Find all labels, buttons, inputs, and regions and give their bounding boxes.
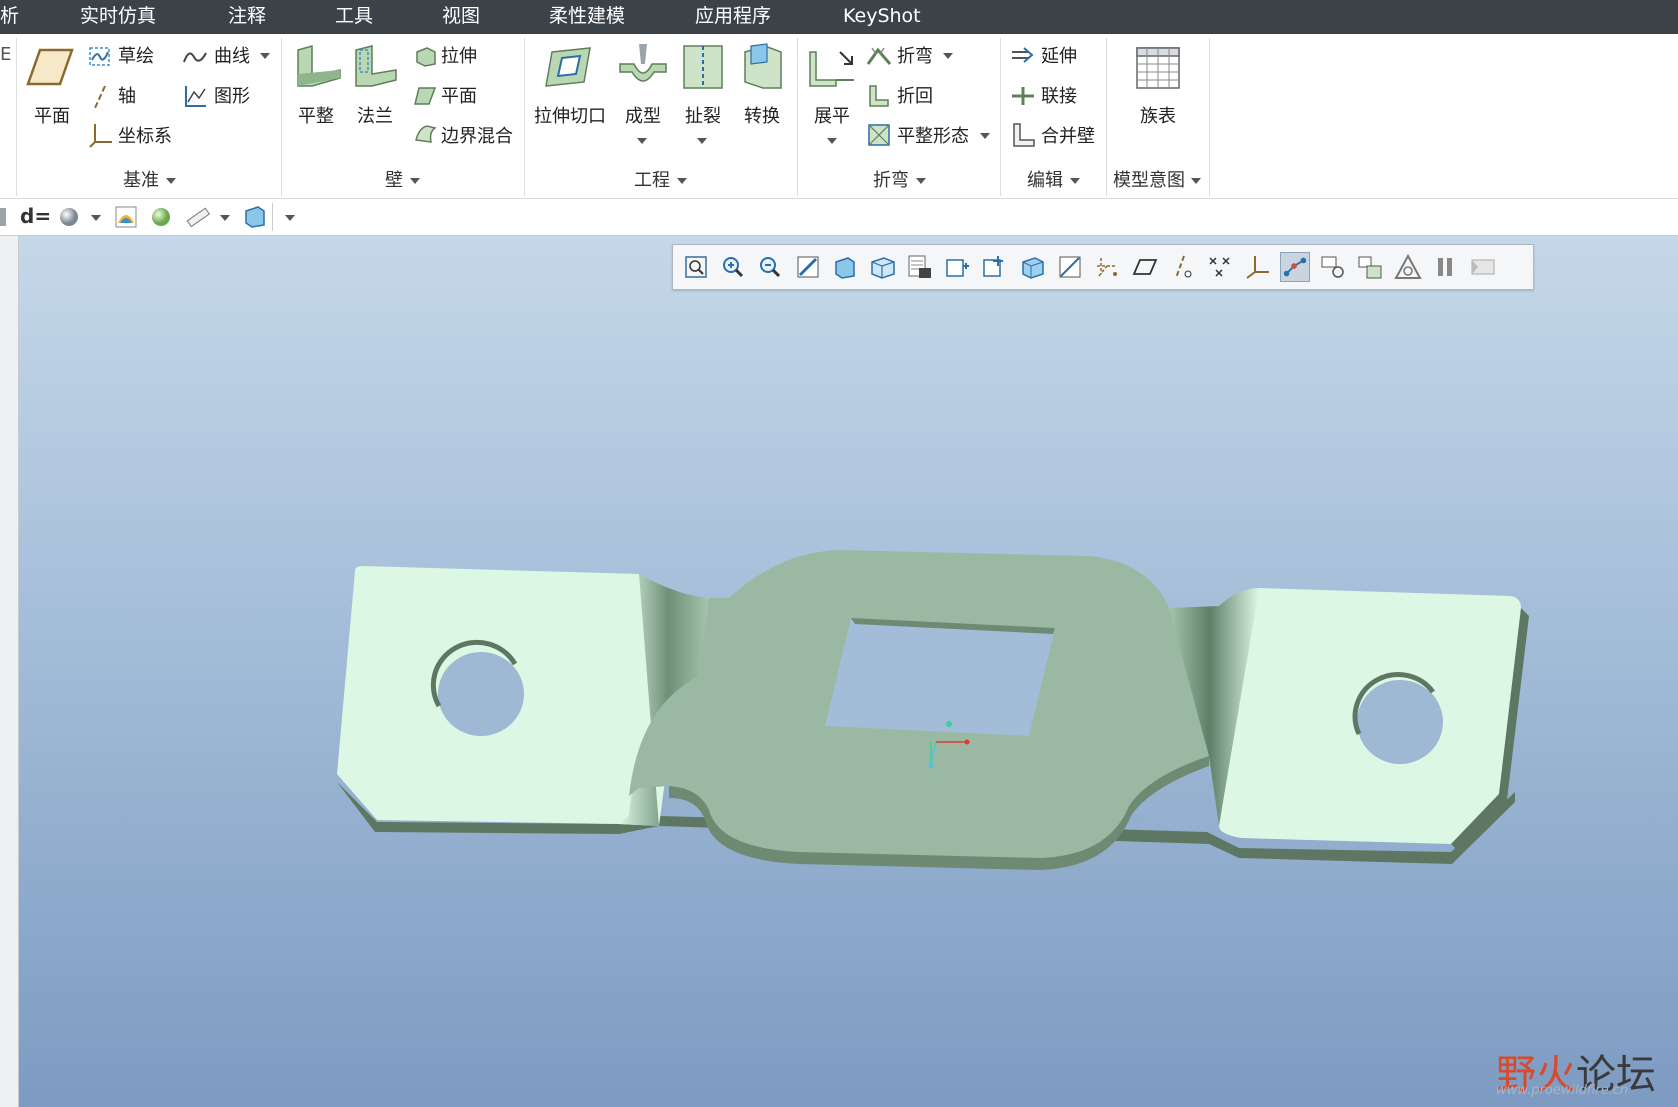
unbend-label: 展平 <box>814 106 850 127</box>
boundary-blend-label: 边界混合 <box>441 126 513 147</box>
saved-orientation-icon[interactable] <box>242 205 266 229</box>
chevron-down-icon[interactable] <box>260 53 270 59</box>
flange-label: 法兰 <box>357 106 393 127</box>
appearance-gallery-icon[interactable] <box>114 205 138 229</box>
separator <box>797 38 798 196</box>
group-model-intent[interactable]: 模型意图 <box>1113 170 1185 192</box>
chevron-down-icon[interactable] <box>91 215 101 221</box>
graphics-viewport[interactable] <box>19 236 1678 1107</box>
planar-icon <box>414 87 437 105</box>
family-table-icon <box>1136 47 1180 89</box>
customize-toolbar-icon[interactable] <box>285 215 295 221</box>
form-label: 成型 <box>625 106 661 127</box>
separator <box>1000 38 1001 196</box>
group-bends[interactable]: 折弯 <box>873 170 909 192</box>
separator <box>1106 38 1107 196</box>
boundary-blend-icon <box>415 125 437 143</box>
convert-label: 转换 <box>744 106 780 127</box>
extrude-cut-icon <box>545 47 591 87</box>
planar-label: 平面 <box>441 86 477 107</box>
plane-icon <box>26 48 74 86</box>
rip-label: 扯裂 <box>685 106 721 127</box>
extrude-icon <box>416 47 436 67</box>
flange-icon <box>355 45 397 87</box>
merge-walls-label: 合并壁 <box>1041 126 1095 147</box>
separator <box>1209 38 1210 196</box>
bend-label: 折弯 <box>897 46 933 67</box>
group-engineering[interactable]: 工程 <box>634 170 670 192</box>
group-datum[interactable]: 基准 <box>123 170 159 192</box>
convert-icon <box>744 43 782 89</box>
menu-annotate[interactable]: 注释 <box>228 3 266 29</box>
menu-view[interactable]: 视图 <box>442 3 480 29</box>
curve-icon <box>183 52 207 63</box>
extrude-cut-label: 拉伸切口 <box>534 106 606 127</box>
partial-icon <box>0 208 6 226</box>
separator <box>524 38 525 196</box>
chevron-down-icon[interactable] <box>1070 178 1080 184</box>
curve-label: 曲线 <box>214 46 250 67</box>
bend-back-label: 折回 <box>897 86 933 107</box>
chevron-down-icon[interactable] <box>410 178 420 184</box>
chevron-down-icon[interactable] <box>220 215 230 221</box>
menu-keyshot[interactable]: KeyShot <box>843 3 921 29</box>
separator <box>272 203 273 231</box>
sketch-label: 草绘 <box>118 46 154 67</box>
plane-label: 平面 <box>34 106 70 127</box>
sheetmetal-part-model[interactable] <box>19 236 1678 1107</box>
chevron-down-icon[interactable] <box>980 133 990 139</box>
menu-partial-left[interactable]: 析 <box>0 3 19 29</box>
ribbon-partial-left: E <box>0 44 12 65</box>
unbend-icon <box>809 51 854 87</box>
flat-wall-icon <box>297 45 341 87</box>
extend-icon <box>1012 47 1034 63</box>
model-tree-collapsed-panel[interactable] <box>0 236 19 1107</box>
flat-state-label: 平整形态 <box>897 126 969 147</box>
chevron-down-icon[interactable] <box>916 178 926 184</box>
group-wall[interactable]: 壁 <box>385 170 403 192</box>
menu-flexible-modeling[interactable]: 柔性建模 <box>549 3 625 29</box>
csys-label: 坐标系 <box>118 126 172 147</box>
flat-wall-label: 平整 <box>298 106 334 127</box>
chevron-down-icon[interactable] <box>697 138 707 144</box>
shaded-sphere-icon[interactable] <box>58 206 80 228</box>
bend-icon <box>866 47 892 65</box>
bend-back-icon <box>869 85 889 107</box>
merge-walls-icon <box>1013 123 1035 147</box>
rip-icon <box>683 45 723 89</box>
join-icon <box>1012 87 1034 105</box>
scene-sphere-icon[interactable] <box>150 206 172 228</box>
extrude-label: 拉伸 <box>441 46 477 67</box>
menu-bar: 析 实时仿真 注释 工具 视图 柔性建模 应用程序 KeyShot <box>0 0 1678 34</box>
menu-tools[interactable]: 工具 <box>335 3 373 29</box>
separator <box>281 38 282 196</box>
chevron-down-icon[interactable] <box>827 138 837 144</box>
extend-label: 延伸 <box>1041 46 1077 67</box>
chevron-down-icon[interactable] <box>166 178 176 184</box>
group-editing[interactable]: 编辑 <box>1027 170 1063 192</box>
watermark-url: www.proewildfire.cn <box>1496 1083 1629 1098</box>
chevron-down-icon[interactable] <box>943 53 953 59</box>
flat-state-icon <box>868 124 890 146</box>
graph-label: 图形 <box>214 86 250 107</box>
axis-label: 轴 <box>118 86 136 107</box>
join-label: 联接 <box>1041 86 1077 107</box>
dimension-display-button[interactable]: d= <box>20 205 51 227</box>
chevron-down-icon[interactable] <box>637 138 647 144</box>
menu-simulation[interactable]: 实时仿真 <box>80 3 156 29</box>
sketch-icon <box>89 47 110 66</box>
measure-ruler-icon[interactable] <box>185 204 211 230</box>
menu-applications[interactable]: 应用程序 <box>695 3 771 29</box>
separator <box>16 38 17 196</box>
graph-icon <box>185 86 206 107</box>
form-icon <box>619 44 667 82</box>
family-table-label: 族表 <box>1140 106 1176 127</box>
chevron-down-icon[interactable] <box>677 178 687 184</box>
csys-icon <box>89 124 112 148</box>
axis-icon <box>94 85 106 109</box>
chevron-down-icon[interactable] <box>1191 178 1201 184</box>
